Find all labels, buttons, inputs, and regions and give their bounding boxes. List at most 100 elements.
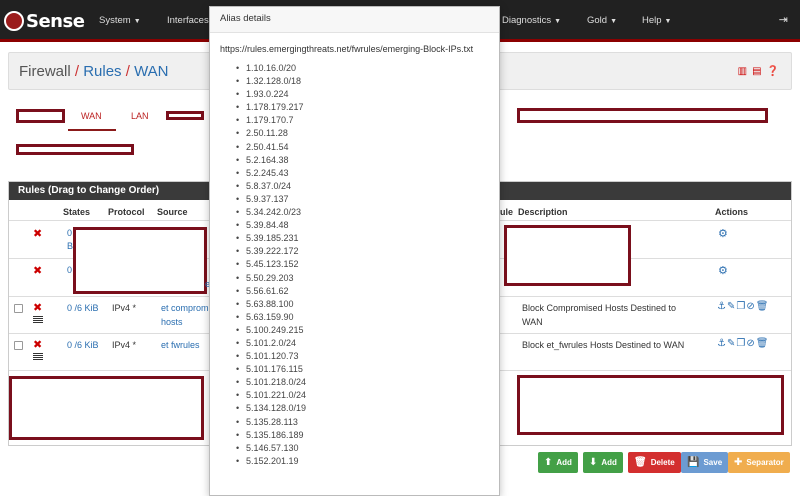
ip-list-item: 5.39.185.231 [236,232,306,245]
breadcrumb: Firewall / Rules / WAN [19,63,169,80]
breadcrumb-wan[interactable]: WAN [134,63,168,80]
copy-icon[interactable]: ❐ [736,338,746,349]
separator-button[interactable]: ✚ Separator [728,452,790,473]
breadcrumb-icons: ▥ ▤ ❓ [738,66,779,77]
add-top-button[interactable]: ⬆ Add [538,452,578,473]
ip-list-item: 5.134.128.0/19 [236,402,306,415]
ip-list-item: 5.39.222.172 [236,245,306,258]
ip-list-item: 1.10.16.0/20 [236,62,306,75]
arrow-down-icon: ⬇ [589,457,598,468]
anchor-icon[interactable]: ⚓ [717,338,727,349]
pfsense-logo[interactable]: Sense [4,10,85,32]
rule-checkbox[interactable] [14,341,23,350]
nav-interfaces[interactable]: Interfaces [167,15,209,26]
save-icon: 💾 [687,457,700,468]
disable-icon[interactable]: ⊘ [746,338,755,349]
anchor-icon[interactable]: ⚓ [717,301,727,312]
ip-list-item: 1.93.0.224 [236,88,306,101]
ip-list-item: 5.135.186.189 [236,429,306,442]
nav-gold[interactable]: Gold ▼ [587,15,617,26]
rule-checkbox[interactable] [14,304,23,313]
nav-system[interactable]: System ▼ [99,15,141,26]
add-bottom-button[interactable]: ⬇ Add [583,452,623,473]
row-protocol: IPv4 * [112,303,137,313]
ip-list-item: 5.101.120.73 [236,350,306,363]
gear-icon[interactable]: ⚙ [718,264,728,277]
trash-icon: 🗑 [634,457,647,468]
block-icon: ✖ [33,339,43,351]
row-source[interactable]: et fwrules [161,340,200,350]
row-description: Block et_fwrules Hosts Destined to WAN [522,340,685,350]
row-description: Block Compromised Hosts Destined to [522,303,677,313]
ip-list-item: 5.101.176.115 [236,363,306,376]
ip-list-item: 5.2.245.43 [236,167,306,180]
rule-bars-icon [33,353,43,361]
caret-down-icon: ▼ [554,18,562,25]
ip-list-item: 5.101.2.0/24 [236,337,306,350]
ip-list-item: 5.8.37.0/24 [236,180,306,193]
active-tab-indicator [68,129,116,131]
log-icon[interactable]: ▤ [752,66,761,77]
popover-title: Alias details [210,7,499,33]
chart-icon[interactable]: ▥ [738,66,747,77]
breadcrumb-firewall: Firewall [19,63,71,80]
plus-icon: ✚ [734,457,743,468]
column-description: Description [518,207,568,217]
column-source: Source [157,207,188,217]
redacted-row [9,376,204,440]
ip-list-item: 5.146.57.130 [236,442,306,455]
ip-list-item: 5.101.218.0/24 [236,376,306,389]
delete-button[interactable]: 🗑 Delete [628,452,681,473]
block-icon: ✖ [33,265,43,277]
ip-list-item: 5.39.84.48 [236,219,306,232]
redacted-tab [16,144,134,155]
tab-lan[interactable]: LAN [131,111,149,121]
logo-icon [4,11,24,31]
redacted-tab [517,108,768,123]
row-states[interactable]: 0 [67,228,72,238]
ip-list-item: 2.50.41.54 [236,141,306,154]
row-actions[interactable]: ⚓✎❐⊘🗑 [717,301,769,312]
row-source[interactable]: hosts [161,317,183,327]
row-actions[interactable]: ⚓✎❐⊘🗑 [717,338,769,349]
edit-icon[interactable]: ✎ [727,338,736,349]
trash-icon[interactable]: 🗑 [756,301,770,312]
ip-list-item: 5.100.249.215 [236,324,306,337]
redacted-tab [166,111,204,120]
ip-list-item: 5.152.201.19 [236,455,306,468]
row-states[interactable]: 0 /6 KiB [67,303,99,313]
caret-down-icon: ▼ [610,18,618,25]
nav-help[interactable]: Help ▼ [642,15,671,26]
ip-list: 1.10.16.0/201.32.128.0/181.93.0.2241.178… [236,62,306,468]
row-states[interactable]: 0 [67,265,72,275]
ip-list-item: 2.50.11.28 [236,127,306,140]
ip-list-item: 5.56.61.62 [236,285,306,298]
help-icon[interactable]: ❓ [767,66,779,77]
ip-list-item: 5.9.37.137 [236,193,306,206]
row-states[interactable]: 0 /6 KiB [67,340,99,350]
copy-icon[interactable]: ❐ [736,301,746,312]
ip-list-item: 5.63.88.100 [236,298,306,311]
alias-url: https://rules.emergingthreats.net/fwrule… [220,44,474,54]
ip-list-item: 5.101.221.0/24 [236,389,306,402]
arrow-up-icon: ⬆ [544,457,553,468]
breadcrumb-rules[interactable]: Rules [83,63,121,80]
save-button[interactable]: 💾 Save [681,452,729,473]
disable-icon[interactable]: ⊘ [746,301,755,312]
ip-list-item: 1.179.170.7 [236,114,306,127]
block-icon: ✖ [33,228,43,240]
column-schedule: ule [500,207,514,217]
trash-icon[interactable]: 🗑 [756,338,770,349]
gear-icon[interactable]: ⚙ [718,227,728,240]
redacted-tab [16,109,65,123]
ip-list-item: 5.45.123.152 [236,258,306,271]
tab-wan[interactable]: WAN [81,111,102,121]
ip-list-item: 5.63.159.90 [236,311,306,324]
row-source[interactable]: et comprom [161,303,209,313]
nav-diagnostics[interactable]: Diagnostics ▼ [502,15,561,26]
edit-icon[interactable]: ✎ [727,301,736,312]
ip-list-item: 5.50.29.203 [236,272,306,285]
ip-list-item: 1.178.179.217 [236,101,306,114]
logout-icon[interactable]: ⇥ [779,13,788,26]
redacted-row [517,375,784,435]
